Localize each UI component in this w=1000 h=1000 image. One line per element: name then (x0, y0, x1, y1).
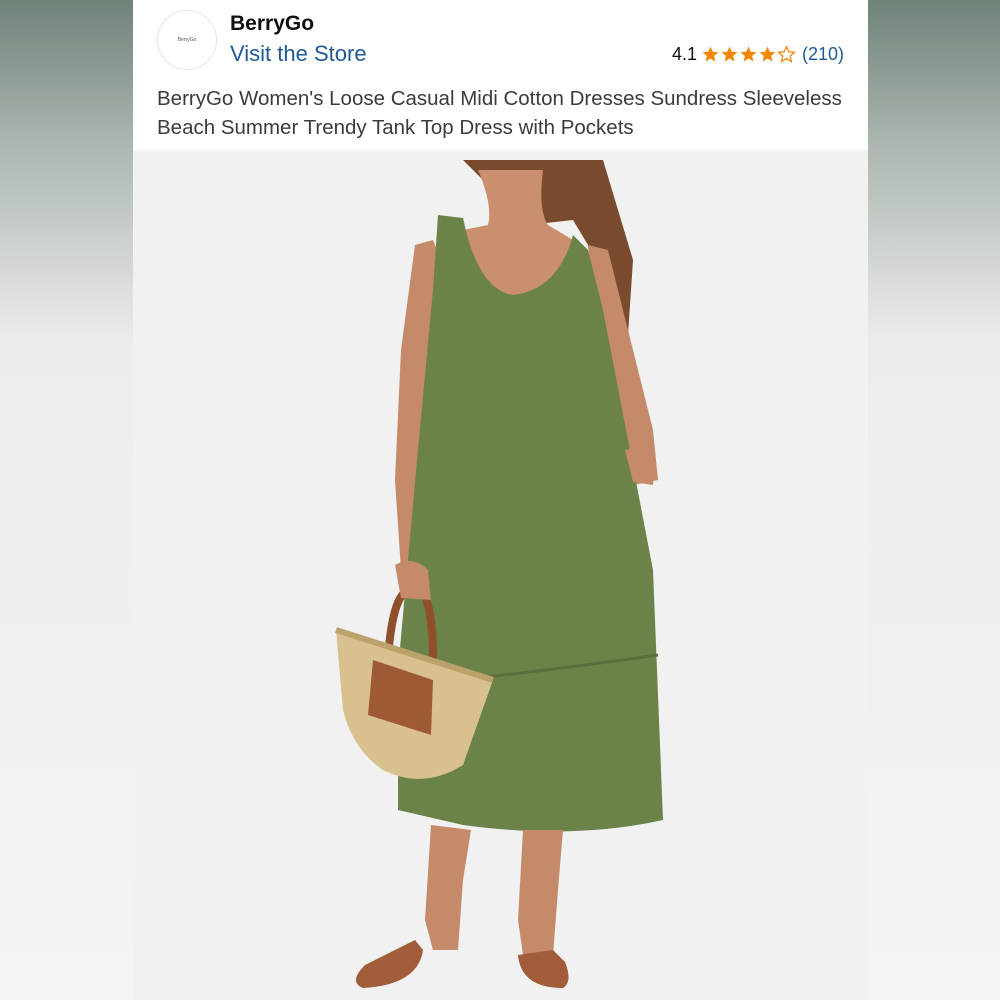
product-photo[interactable] (133, 150, 868, 1000)
product-title: BerryGo Women's Loose Casual Midi Cotton… (157, 87, 842, 139)
star-full-icon (740, 46, 757, 62)
visit-store-link[interactable]: Visit the Store (230, 41, 367, 67)
rating-summary[interactable]: 4.1 (210) (672, 44, 844, 65)
star-empty-icon (777, 45, 796, 63)
star-full-icon (759, 46, 776, 62)
product-photo-illustration (133, 150, 868, 1000)
backdrop-left (0, 0, 133, 1000)
star-full-icon (721, 46, 738, 62)
rating-value: 4.1 (671, 44, 697, 64)
review-count-link[interactable]: (210) (802, 44, 844, 65)
store-logo[interactable]: BerryGo (157, 10, 217, 70)
store-name: BerryGo (230, 12, 315, 35)
product-card: BerryGo BerryGo Visit the Store 4.1 (210… (133, 0, 868, 1000)
star-full-icon (702, 46, 719, 62)
backdrop-right (868, 0, 1000, 1000)
product-header: BerryGo BerryGo Visit the Store 4.1 (210… (133, 0, 868, 150)
store-logo-text: BerryGo (177, 37, 197, 43)
star-rating (701, 45, 796, 64)
